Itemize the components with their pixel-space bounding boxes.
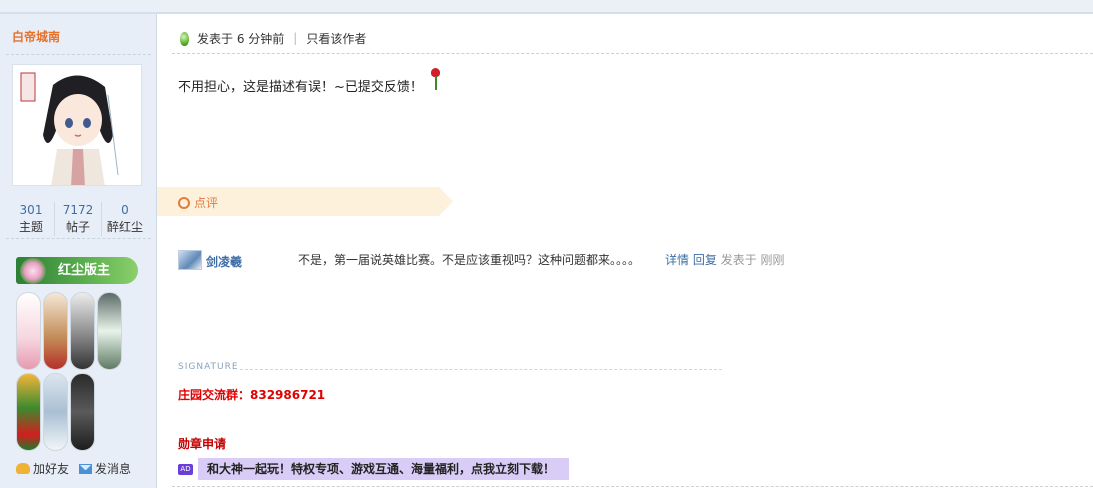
author-sidebar: 白帝城南 301 主题 7172 帖子 0 醉红尘 红尘版主 加好友 发消息 <box>0 14 157 488</box>
flower-icon <box>20 258 46 284</box>
avatar-image <box>13 65 141 185</box>
comment-item: 剑凌羲 不是，第一届说英雄比赛。不是应该重视吗？这种问题都来。。。。 详情 回复… <box>178 249 838 271</box>
divider <box>172 53 1093 54</box>
online-status-icon <box>178 28 191 48</box>
stat-threads[interactable]: 301 主题 <box>8 202 55 236</box>
medal-icon[interactable] <box>43 373 68 451</box>
add-friend-label: 加好友 <box>33 462 70 476</box>
post-meta: 发表于 6 分钟前 | 只看该作者 <box>178 28 366 48</box>
commenter-name[interactable]: 剑凌羲 <box>206 253 242 270</box>
only-author-link[interactable]: 只看该作者 <box>306 30 366 47</box>
send-message-button[interactable]: 发消息 <box>79 460 131 477</box>
post-content: 不用担心，这是描述有误！~已提交反馈！ <box>178 68 442 97</box>
stat-value: 7172 <box>62 203 94 217</box>
comment-posted-time: 刚刚 <box>760 253 785 267</box>
posted-prefix: 发表于 <box>197 31 234 46</box>
comment-header: 点评 <box>157 187 453 216</box>
author-actions: 加好友 发消息 <box>16 460 131 477</box>
top-strip <box>0 0 1093 14</box>
ad-text[interactable]: 和大神一起玩！特权专项、游戏互通、海量福利，点我立刻下载！ <box>198 458 570 480</box>
group-label: 红尘版主 <box>58 263 111 278</box>
author-name[interactable]: 白帝城南 <box>12 28 60 45</box>
signature-divider <box>240 369 722 370</box>
comment-posted-prefix: 发表于 <box>720 253 757 267</box>
signature-title: SIGNATURE <box>178 362 239 372</box>
avatar[interactable] <box>12 64 142 186</box>
post-container: 白帝城南 301 主题 7172 帖子 0 醉红尘 红尘版主 加好友 发消息 发… <box>0 0 1093 488</box>
stat-value: 301 <box>19 203 43 217</box>
rose-emoji-icon <box>428 68 442 92</box>
signature-text: 庄园交流群：832986721 <box>178 388 326 402</box>
posted-time: 6 分钟前 <box>236 31 285 46</box>
medal-apply-link[interactable]: 勋章申请 <box>178 435 226 452</box>
comment-text: 不是，第一届说英雄比赛。不是应该重视吗？这种问题都来。。。。 <box>298 253 641 267</box>
stat-points[interactable]: 0 醉红尘 <box>102 202 148 236</box>
stat-label: 帖子 <box>65 220 90 234</box>
comment-reply-link[interactable]: 回复 <box>693 253 717 267</box>
medal-icon[interactable] <box>43 292 68 370</box>
medal-icon[interactable] <box>16 292 41 370</box>
comment-links: 详情 回复 发表于 刚刚 <box>665 251 785 268</box>
divider <box>172 486 1093 487</box>
add-friend-button[interactable]: 加好友 <box>16 460 69 477</box>
divider <box>6 238 151 239</box>
stat-value: 0 <box>121 203 129 217</box>
commenter-avatar[interactable] <box>178 250 202 270</box>
ad-badge-icon: AD <box>178 463 193 475</box>
send-message-label: 发消息 <box>95 462 132 476</box>
medal-icon[interactable] <box>70 373 95 451</box>
medal-icon[interactable] <box>16 373 41 451</box>
ad-banner[interactable]: AD 和大神一起玩！特权专项、游戏互通、海量福利，点我立刻下载！ <box>178 458 570 480</box>
medal-icon[interactable] <box>70 292 95 370</box>
comment-ring-icon <box>178 197 190 209</box>
divider <box>6 54 151 55</box>
author-stats: 301 主题 7172 帖子 0 醉红尘 <box>8 202 148 236</box>
stat-posts[interactable]: 7172 帖子 <box>55 202 102 236</box>
mail-icon <box>79 463 93 474</box>
stat-label: 醉红尘 <box>106 220 143 234</box>
stat-label: 主题 <box>18 220 43 234</box>
post-text: 不用担心，这是描述有误！~已提交反馈！ <box>178 79 423 95</box>
add-friend-icon <box>16 463 30 474</box>
medal-icon[interactable] <box>97 292 122 370</box>
group-badge: 红尘版主 <box>16 257 138 284</box>
comment-header-label: 点评 <box>194 196 219 210</box>
comment-detail-link[interactable]: 详情 <box>665 253 689 267</box>
meta-separator: | <box>293 31 298 45</box>
